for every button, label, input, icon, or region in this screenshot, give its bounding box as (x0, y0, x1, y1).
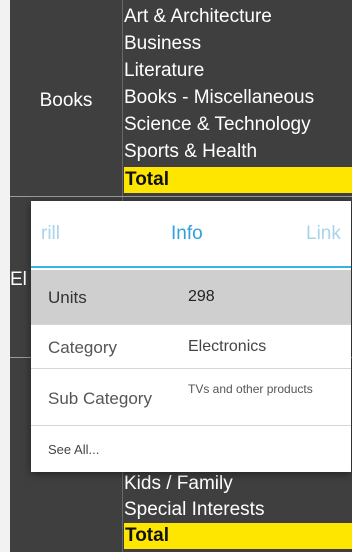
popup-tab-bar: rill Info Link (31, 201, 351, 268)
subcategory-cell[interactable]: Special Interests (124, 496, 352, 523)
info-row-category[interactable]: Category Electronics (31, 325, 351, 369)
group-label-electronics[interactable]: El (10, 269, 27, 291)
subcategory-cell[interactable]: Business (124, 30, 352, 57)
subcategory-cell[interactable]: Literature (124, 57, 352, 84)
subcategory-cell[interactable]: Science & Technology (124, 111, 352, 138)
group-separator (10, 196, 352, 197)
subcategory-cell[interactable]: Art & Architecture (124, 3, 352, 30)
tab-info[interactable]: Info (171, 223, 203, 245)
tab-link[interactable]: Link (306, 223, 341, 245)
group-label-books[interactable]: Books (10, 90, 122, 112)
subcategory-cell[interactable]: Books - Miscellaneous (124, 84, 352, 111)
info-value: Electronics (188, 338, 267, 355)
info-key: Sub Category (48, 389, 152, 408)
info-key: Category (48, 338, 117, 357)
see-all-link[interactable]: See All... (48, 442, 99, 457)
subcategory-cell[interactable]: Kids / Family (124, 470, 352, 497)
info-value: TVs and other products (188, 382, 313, 396)
info-key: Units (48, 288, 87, 307)
total-row[interactable]: Total (124, 523, 352, 549)
info-value: 298 (188, 288, 215, 305)
info-row-sub-category[interactable]: Sub Category TVs and other products (31, 369, 351, 426)
info-popup: rill Info Link Units 298 Category Electr… (31, 201, 351, 472)
subcategory-cell[interactable]: Sports & Health (124, 138, 352, 165)
total-row[interactable]: Total (124, 167, 352, 193)
info-row-units[interactable]: Units 298 (31, 270, 351, 325)
tab-drill[interactable]: rill (41, 223, 60, 245)
